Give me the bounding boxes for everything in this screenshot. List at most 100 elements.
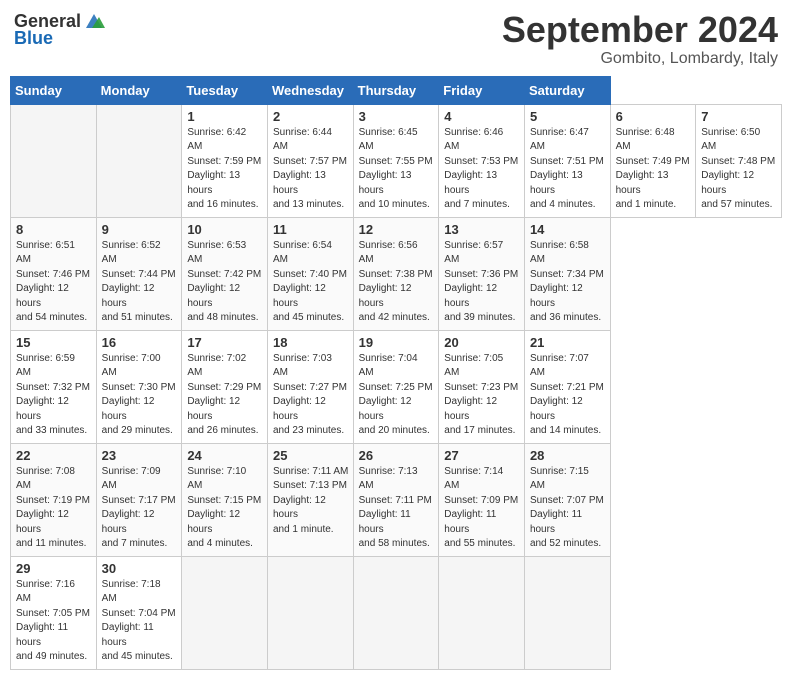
calendar-day-cell: 14Sunrise: 6:58 AM Sunset: 7:34 PM Dayli… bbox=[524, 217, 610, 330]
calendar-week-5: 29 Sunrise: 7:16 AM Sunset: 7:05 PM Dayli… bbox=[11, 556, 782, 669]
logo-blue: Blue bbox=[14, 28, 53, 49]
day-number: 7 bbox=[701, 109, 777, 124]
day-number: 11 bbox=[273, 222, 349, 237]
calendar-week-2: 8 Sunrise: 6:51 AM Sunset: 7:46 PM Daylig… bbox=[11, 217, 782, 330]
day-info: Sunrise: 7:04 AM Sunset: 7:25 PM Dayligh… bbox=[359, 352, 435, 439]
header-cell-monday: Monday bbox=[96, 76, 182, 104]
day-info: Sunrise: 6:45 AM Sunset: 7:55 PM Dayligh… bbox=[359, 126, 435, 213]
day-info: Sunrise: 6:50 AM Sunset: 7:48 PM Dayligh… bbox=[701, 126, 777, 213]
day-number: 21 bbox=[530, 335, 606, 350]
day-number: 12 bbox=[359, 222, 435, 237]
calendar-day-cell bbox=[96, 104, 182, 217]
header-cell-saturday: Saturday bbox=[524, 76, 610, 104]
day-number: 10 bbox=[187, 222, 263, 237]
day-info: Sunrise: 6:54 AM Sunset: 7:40 PM Dayligh… bbox=[273, 239, 349, 326]
day-number: 20 bbox=[444, 335, 520, 350]
calendar-day-cell: 30 Sunrise: 7:18 AM Sunset: 7:04 PM Dayli… bbox=[96, 556, 182, 669]
day-info: Sunrise: 7:00 AM Sunset: 7:30 PM Dayligh… bbox=[102, 352, 178, 439]
day-info: Sunrise: 6:59 AM Sunset: 7:32 PM Dayligh… bbox=[16, 352, 92, 439]
day-info: Sunrise: 6:52 AM Sunset: 7:44 PM Dayligh… bbox=[102, 239, 178, 326]
header-cell-wednesday: Wednesday bbox=[267, 76, 353, 104]
day-number: 2 bbox=[273, 109, 349, 124]
day-info: Sunrise: 7:08 AM Sunset: 7:19 PM Dayligh… bbox=[16, 465, 92, 552]
calendar-day-cell: 20 Sunrise: 7:05 AM Sunset: 7:23 PM Dayli… bbox=[439, 330, 525, 443]
calendar-week-3: 15Sunrise: 6:59 AM Sunset: 7:32 PM Dayli… bbox=[11, 330, 782, 443]
calendar-day-cell: 13 Sunrise: 6:57 AM Sunset: 7:36 PM Dayli… bbox=[439, 217, 525, 330]
logo: General Blue bbox=[14, 10, 105, 49]
calendar-week-1: 1 Sunrise: 6:42 AM Sunset: 7:59 PM Daylig… bbox=[11, 104, 782, 217]
day-info: Sunrise: 6:51 AM Sunset: 7:46 PM Dayligh… bbox=[16, 239, 92, 326]
calendar-day-cell: 29 Sunrise: 7:16 AM Sunset: 7:05 PM Dayli… bbox=[11, 556, 97, 669]
day-number: 22 bbox=[16, 448, 92, 463]
calendar-day-cell bbox=[524, 556, 610, 669]
calendar-day-cell: 24 Sunrise: 7:10 AM Sunset: 7:15 PM Dayli… bbox=[182, 443, 268, 556]
day-info: Sunrise: 7:02 AM Sunset: 7:29 PM Dayligh… bbox=[187, 352, 263, 439]
calendar-day-cell bbox=[182, 556, 268, 669]
day-info: Sunrise: 7:11 AM Sunset: 7:13 PM Dayligh… bbox=[273, 465, 349, 538]
day-number: 9 bbox=[102, 222, 178, 237]
header-cell-friday: Friday bbox=[439, 76, 525, 104]
day-number: 25 bbox=[273, 448, 349, 463]
day-info: Sunrise: 6:53 AM Sunset: 7:42 PM Dayligh… bbox=[187, 239, 263, 326]
day-info: Sunrise: 6:42 AM Sunset: 7:59 PM Dayligh… bbox=[187, 126, 263, 213]
location-title: Gombito, Lombardy, Italy bbox=[502, 50, 778, 68]
day-number: 8 bbox=[16, 222, 92, 237]
calendar-day-cell: 7 Sunrise: 6:50 AM Sunset: 7:48 PM Daylig… bbox=[696, 104, 782, 217]
day-number: 24 bbox=[187, 448, 263, 463]
day-number: 1 bbox=[187, 109, 263, 124]
day-number: 5 bbox=[530, 109, 606, 124]
day-info: Sunrise: 7:09 AM Sunset: 7:17 PM Dayligh… bbox=[102, 465, 178, 552]
day-info: Sunrise: 6:46 AM Sunset: 7:53 PM Dayligh… bbox=[444, 126, 520, 213]
calendar-day-cell: 5 Sunrise: 6:47 AM Sunset: 7:51 PM Daylig… bbox=[524, 104, 610, 217]
calendar-table: SundayMondayTuesdayWednesdayThursdayFrid… bbox=[10, 76, 782, 670]
day-info: Sunrise: 6:47 AM Sunset: 7:51 PM Dayligh… bbox=[530, 126, 606, 213]
day-info: Sunrise: 6:57 AM Sunset: 7:36 PM Dayligh… bbox=[444, 239, 520, 326]
day-info: Sunrise: 7:14 AM Sunset: 7:09 PM Dayligh… bbox=[444, 465, 520, 552]
calendar-day-cell: 12Sunrise: 6:56 AM Sunset: 7:38 PM Dayli… bbox=[353, 217, 439, 330]
day-info: Sunrise: 7:15 AM Sunset: 7:07 PM Dayligh… bbox=[530, 465, 606, 552]
day-info: Sunrise: 6:44 AM Sunset: 7:57 PM Dayligh… bbox=[273, 126, 349, 213]
calendar-day-cell bbox=[11, 104, 97, 217]
calendar-day-cell: 18 Sunrise: 7:03 AM Sunset: 7:27 PM Dayli… bbox=[267, 330, 353, 443]
day-info: Sunrise: 7:10 AM Sunset: 7:15 PM Dayligh… bbox=[187, 465, 263, 552]
header-cell-tuesday: Tuesday bbox=[182, 76, 268, 104]
calendar-week-4: 22 Sunrise: 7:08 AM Sunset: 7:19 PM Dayli… bbox=[11, 443, 782, 556]
calendar-day-cell: 9 Sunrise: 6:52 AM Sunset: 7:44 PM Daylig… bbox=[96, 217, 182, 330]
calendar-day-cell: 11 Sunrise: 6:54 AM Sunset: 7:40 PM Dayli… bbox=[267, 217, 353, 330]
day-info: Sunrise: 7:05 AM Sunset: 7:23 PM Dayligh… bbox=[444, 352, 520, 439]
calendar-day-cell: 8 Sunrise: 6:51 AM Sunset: 7:46 PM Daylig… bbox=[11, 217, 97, 330]
calendar-day-cell: 10 Sunrise: 6:53 AM Sunset: 7:42 PM Dayli… bbox=[182, 217, 268, 330]
calendar-day-cell: 27 Sunrise: 7:14 AM Sunset: 7:09 PM Dayli… bbox=[439, 443, 525, 556]
calendar-day-cell: 23 Sunrise: 7:09 AM Sunset: 7:17 PM Dayli… bbox=[96, 443, 182, 556]
day-number: 16 bbox=[102, 335, 178, 350]
calendar-day-cell: 26Sunrise: 7:13 AM Sunset: 7:11 PM Dayli… bbox=[353, 443, 439, 556]
calendar-day-cell: 2 Sunrise: 6:44 AM Sunset: 7:57 PM Daylig… bbox=[267, 104, 353, 217]
day-number: 29 bbox=[16, 561, 92, 576]
day-number: 30 bbox=[102, 561, 178, 576]
calendar-day-cell: 28Sunrise: 7:15 AM Sunset: 7:07 PM Dayli… bbox=[524, 443, 610, 556]
day-number: 23 bbox=[102, 448, 178, 463]
day-number: 13 bbox=[444, 222, 520, 237]
header: General Blue September 2024 Gombito, Lom… bbox=[10, 10, 782, 68]
calendar-day-cell: 21 Sunrise: 7:07 AM Sunset: 7:21 PM Dayli… bbox=[524, 330, 610, 443]
calendar-day-cell: 6Sunrise: 6:48 AM Sunset: 7:49 PM Daylig… bbox=[610, 104, 696, 217]
day-number: 4 bbox=[444, 109, 520, 124]
day-info: Sunrise: 7:03 AM Sunset: 7:27 PM Dayligh… bbox=[273, 352, 349, 439]
day-number: 26 bbox=[359, 448, 435, 463]
day-number: 27 bbox=[444, 448, 520, 463]
calendar-day-cell: 17 Sunrise: 7:02 AM Sunset: 7:29 PM Dayli… bbox=[182, 330, 268, 443]
day-number: 18 bbox=[273, 335, 349, 350]
day-number: 14 bbox=[530, 222, 606, 237]
header-cell-sunday: Sunday bbox=[11, 76, 97, 104]
day-info: Sunrise: 7:07 AM Sunset: 7:21 PM Dayligh… bbox=[530, 352, 606, 439]
calendar-day-cell: 25 Sunrise: 7:11 AM Sunset: 7:13 PM Dayli… bbox=[267, 443, 353, 556]
day-info: Sunrise: 7:16 AM Sunset: 7:05 PM Dayligh… bbox=[16, 578, 92, 665]
calendar-body: 1 Sunrise: 6:42 AM Sunset: 7:59 PM Daylig… bbox=[11, 104, 782, 669]
day-number: 3 bbox=[359, 109, 435, 124]
day-info: Sunrise: 7:18 AM Sunset: 7:04 PM Dayligh… bbox=[102, 578, 178, 665]
calendar-day-cell: 19 Sunrise: 7:04 AM Sunset: 7:25 PM Dayli… bbox=[353, 330, 439, 443]
day-number: 6 bbox=[616, 109, 692, 124]
calendar-day-cell: 3 Sunrise: 6:45 AM Sunset: 7:55 PM Daylig… bbox=[353, 104, 439, 217]
day-number: 19 bbox=[359, 335, 435, 350]
day-number: 17 bbox=[187, 335, 263, 350]
